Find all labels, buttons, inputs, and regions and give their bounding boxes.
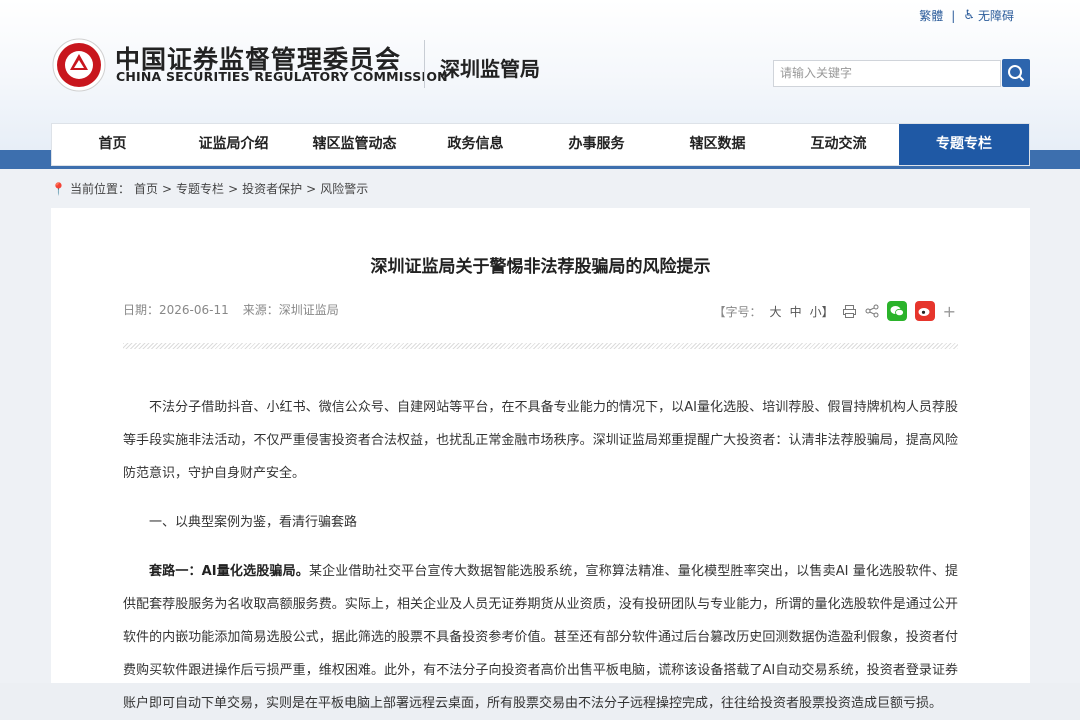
article-title: 深圳证监局关于警惕非法荐股骗局的风险提示 xyxy=(370,257,711,277)
breadcrumb: 📍 当前位置： 首页 > 专题专栏 > 投资者保护 > 风险警示 xyxy=(51,180,368,197)
section-heading: 一、以典型案例为鉴，看清行骗套路 xyxy=(149,515,358,530)
article-date: 日期：2026-06-11 xyxy=(123,303,229,317)
search-input[interactable]: 请输入关键字 xyxy=(773,60,1001,87)
nav-item-interaction[interactable]: 互动交流 xyxy=(778,124,899,165)
font-size-label: 【字号： xyxy=(713,304,762,319)
traditional-chinese-link[interactable]: 繁體 xyxy=(919,7,943,24)
utility-links: 繁體 | ♿ 无障碍 xyxy=(919,7,1014,24)
location-pin-icon: 📍 xyxy=(51,181,66,196)
font-size-small[interactable]: 小】 xyxy=(810,303,834,320)
wechat-icon xyxy=(890,306,904,317)
title-divider xyxy=(123,343,958,349)
weibo-share-button[interactable] xyxy=(914,301,935,321)
accessibility-icon: ♿ xyxy=(963,8,975,23)
bureau-name: 深圳监管局 xyxy=(440,57,540,81)
nav-item-regulatory-news[interactable]: 辖区监管动态 xyxy=(294,124,415,165)
breadcrumb-separator: > xyxy=(161,181,173,196)
accessibility-label: 无障碍 xyxy=(977,9,1014,23)
nav-item-data[interactable]: 辖区数据 xyxy=(657,124,778,165)
article-body: 不法分子借助抖音、小红书、微信公众号、自建网站等平台，在不具备专业能力的情况下，… xyxy=(123,375,958,720)
search-button[interactable] xyxy=(1002,59,1030,87)
breadcrumb-prefix: 当前位置： xyxy=(69,182,130,196)
share-icon[interactable] xyxy=(865,304,879,318)
breadcrumb-investor-protection[interactable]: 投资者保护 xyxy=(242,180,302,197)
font-size-large[interactable]: 大 xyxy=(770,303,782,320)
csrc-emblem-logo xyxy=(52,38,106,92)
nav-item-gov-info[interactable]: 政务信息 xyxy=(415,124,536,165)
article-source: 来源：深圳证监局 xyxy=(242,303,339,317)
logo-english-name[interactable]: CHINA SECURITIES REGULATORY COMMISSION xyxy=(116,69,448,84)
logo-divider xyxy=(424,40,425,88)
nav-item-special-topics[interactable]: 专题专栏 xyxy=(899,124,1029,165)
trick-paragraph: 套路一：AI量化选股骗局。某企业借助社交平台宣传大数据智能选股系统，宣称算法精准… xyxy=(123,555,958,720)
breadcrumb-separator: > xyxy=(306,181,317,196)
breadcrumb-home[interactable]: 首页 xyxy=(134,180,158,197)
article-panel: 深圳证监局关于警惕非法荐股骗局的风险提示 日期：2026-06-11 来源：深圳证… xyxy=(51,208,1030,711)
search-icon xyxy=(1008,65,1025,82)
nav-item-about[interactable]: 证监局介绍 xyxy=(173,124,294,165)
breadcrumb-special-topics[interactable]: 专题专栏 xyxy=(176,180,224,197)
breadcrumb-separator: > xyxy=(228,181,239,196)
trick-label: 套路一：AI量化选股骗局。 xyxy=(149,564,309,579)
article-meta: 日期：2026-06-11 来源：深圳证监局 xyxy=(123,301,339,318)
print-icon[interactable] xyxy=(842,304,857,319)
main-nav: 首页 证监局介绍 辖区监管动态 政务信息 办事服务 辖区数据 互动交流 专题专栏 xyxy=(51,123,1030,166)
nav-item-services[interactable]: 办事服务 xyxy=(536,124,657,165)
breadcrumb-risk-warning[interactable]: 风险警示 xyxy=(320,180,368,197)
trick-text: 某企业借助社交平台宣传大数据智能选股系统，宣称算法精准、量化模型胜率突出，以售卖… xyxy=(123,564,958,711)
wechat-share-button[interactable] xyxy=(886,301,907,321)
font-size-medium[interactable]: 中 xyxy=(790,303,802,320)
util-separator: | xyxy=(951,8,956,23)
more-share-icon[interactable]: + xyxy=(943,302,956,321)
nav-item-home[interactable]: 首页 xyxy=(52,124,173,165)
accessibility-link[interactable]: ♿ 无障碍 xyxy=(963,7,1014,24)
weibo-icon xyxy=(918,308,930,316)
article-tools: 【字号： 大 中 小】 + xyxy=(714,301,956,321)
intro-paragraph: 不法分子借助抖音、小红书、微信公众号、自建网站等平台，在不具备专业能力的情况下，… xyxy=(123,400,958,481)
